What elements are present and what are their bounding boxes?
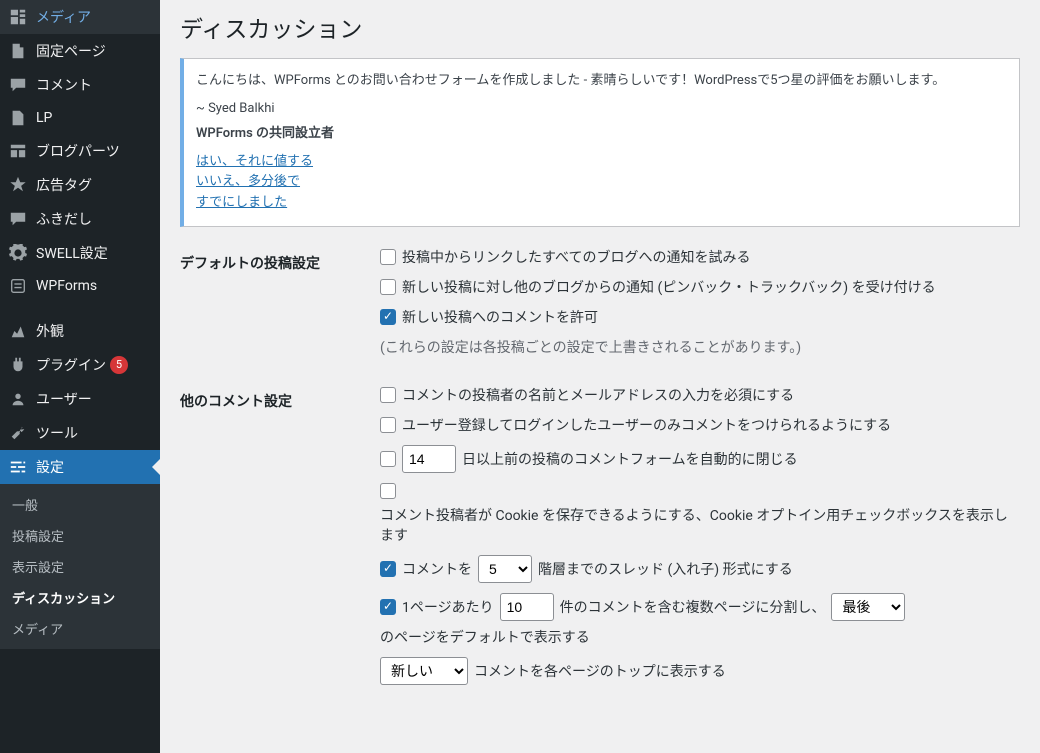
require-login-checkbox[interactable] — [380, 417, 396, 433]
plugin-update-badge: 5 — [110, 356, 128, 374]
other-comment-heading: 他のコメント設定 — [180, 385, 380, 411]
cookie-optin-checkbox[interactable] — [380, 483, 396, 499]
default-post-heading: デフォルトの投稿設定 — [180, 247, 380, 273]
notice-message: こんにちは、WPForms とのお問い合わせフォームを作成しました - 素晴らし… — [196, 71, 1007, 91]
wpforms-notice: こんにちは、WPForms とのお問い合わせフォームを作成しました - 素晴らし… — [180, 58, 1020, 227]
sidebar-item-label: LP — [36, 110, 52, 126]
tools-icon — [8, 424, 28, 442]
comment-icon — [8, 76, 28, 94]
sidebar-item-label: 広告タグ — [36, 175, 92, 195]
sidebar-item-blogparts[interactable]: ブログパーツ — [0, 134, 160, 168]
sidebar-item-label: プラグイン — [36, 355, 106, 375]
sidebar-item-appearance[interactable]: 外観 — [0, 314, 160, 348]
settings-submenu: 一般 投稿設定 表示設定 ディスカッション メディア — [0, 484, 160, 649]
settings-icon — [8, 458, 28, 476]
require-login-label: ユーザー登録してログインしたユーザーのみコメントをつけられるようにする — [402, 415, 891, 435]
submenu-writing[interactable]: 投稿設定 — [0, 520, 160, 551]
sidebar-item-settings[interactable]: 設定 — [0, 450, 160, 484]
notice-link-yes[interactable]: はい、それに値する — [196, 152, 1007, 173]
sidebar-item-wpforms[interactable]: WPForms — [0, 270, 160, 302]
page-icon — [8, 109, 28, 127]
comment-order-select[interactable]: 新しい — [380, 657, 468, 685]
paginate-mid: 件のコメントを含む複数ページに分割し、 — [560, 597, 826, 617]
appearance-icon — [8, 322, 28, 340]
star-icon — [8, 176, 28, 194]
page-title: ディスカッション — [180, 10, 1020, 44]
thread-depth-select[interactable]: 5 — [478, 555, 532, 583]
sidebar-item-label: 設定 — [36, 457, 64, 477]
sidebar-item-label: 外観 — [36, 321, 64, 341]
sidebar-item-label: ふきだし — [36, 209, 92, 229]
notice-from: ~ Syed Balkhi — [196, 99, 1007, 119]
users-icon — [8, 390, 28, 408]
paginate-prefix: 1ページあたり — [402, 597, 494, 617]
notice-link-already[interactable]: すでにしました — [196, 193, 1007, 214]
submenu-discussion[interactable]: ディスカッション — [0, 582, 160, 613]
sidebar-item-label: メディア — [36, 7, 91, 27]
gear-icon — [8, 244, 28, 262]
wpforms-icon — [8, 277, 28, 295]
sidebar-item-plugins[interactable]: プラグイン 5 — [0, 348, 160, 382]
sidebar-item-balloon[interactable]: ふきだし — [0, 202, 160, 236]
pingback-out-label: 投稿中からリンクしたすべてのブログへの通知を試みる — [402, 247, 750, 267]
page-icon — [8, 42, 28, 60]
sidebar-item-label: コメント — [36, 75, 92, 95]
sidebar-item-label: 固定ページ — [36, 41, 106, 61]
pingback-out-checkbox[interactable] — [380, 249, 396, 265]
paginate-checkbox[interactable] — [380, 599, 396, 615]
cookie-optin-label: コメント投稿者が Cookie を保存できるようにする、Cookie オプトイン… — [380, 505, 1020, 545]
default-page-select[interactable]: 最後 — [831, 593, 905, 621]
blog-parts-icon — [8, 142, 28, 160]
pingback-in-label: 新しい投稿に対し他のブログからの通知 (ピンバック・トラックバック) を受け付け… — [402, 277, 936, 297]
media-icon — [8, 8, 28, 26]
allow-comments-checkbox[interactable] — [380, 309, 396, 325]
balloon-icon — [8, 210, 28, 228]
sidebar-item-pages[interactable]: 固定ページ — [0, 34, 160, 68]
sidebar-item-label: WPForms — [36, 278, 97, 294]
close-old-label: 日以上前の投稿のコメントフォームを自動的に閉じる — [462, 449, 798, 469]
allow-comments-label: 新しい投稿へのコメントを許可 — [402, 307, 598, 327]
pingback-in-checkbox[interactable] — [380, 279, 396, 295]
submenu-reading[interactable]: 表示設定 — [0, 551, 160, 582]
sidebar-item-media[interactable]: メディア — [0, 0, 160, 34]
submenu-media[interactable]: メディア — [0, 613, 160, 644]
admin-sidebar: メディア 固定ページ コメント LP ブログパーツ 広告タグ ふきだし SWEL… — [0, 0, 160, 753]
sidebar-item-lp[interactable]: LP — [0, 102, 160, 134]
sidebar-item-swell[interactable]: SWELL設定 — [0, 236, 160, 270]
sidebar-item-tools[interactable]: ツール — [0, 416, 160, 450]
sidebar-item-label: ブログパーツ — [36, 141, 120, 161]
paginate-suffix: のページをデフォルトで表示する — [380, 627, 590, 647]
plugin-icon — [8, 356, 28, 374]
submenu-general[interactable]: 一般 — [0, 489, 160, 520]
notice-link-later[interactable]: いいえ、多分後で — [196, 172, 1007, 193]
require-name-email-checkbox[interactable] — [380, 387, 396, 403]
sidebar-item-label: ユーザー — [36, 389, 92, 409]
sidebar-item-label: SWELL設定 — [36, 243, 108, 263]
comments-per-page-input[interactable] — [500, 593, 554, 621]
require-name-email-label: コメントの投稿者の名前とメールアドレスの入力を必須にする — [402, 385, 794, 405]
close-days-input[interactable] — [402, 445, 456, 473]
sidebar-item-users[interactable]: ユーザー — [0, 382, 160, 416]
sidebar-item-adtag[interactable]: 広告タグ — [0, 168, 160, 202]
sidebar-item-label: ツール — [36, 423, 78, 443]
main-content: ディスカッション こんにちは、WPForms とのお問い合わせフォームを作成しま… — [160, 0, 1040, 753]
sidebar-item-comments[interactable]: コメント — [0, 68, 160, 102]
thread-comments-checkbox[interactable] — [380, 561, 396, 577]
close-old-checkbox[interactable] — [380, 451, 396, 467]
default-post-desc: (これらの設定は各投稿ごとの設定で上書きされることがあります。) — [380, 337, 1020, 357]
comment-order-label: コメントを各ページのトップに表示する — [474, 661, 726, 681]
notice-role: WPForms の共同設立者 — [196, 124, 1007, 144]
